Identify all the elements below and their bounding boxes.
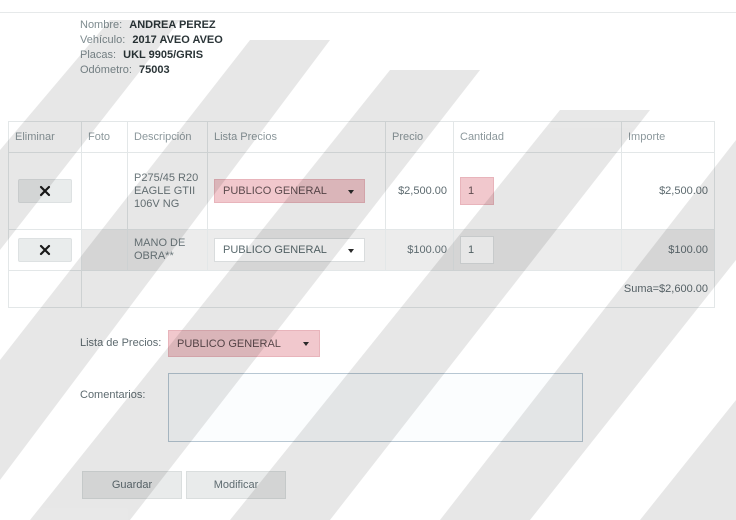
row-price-list-select[interactable]: PUBLICO GENERAL bbox=[214, 238, 365, 262]
edit-button[interactable]: Modificar bbox=[186, 471, 286, 499]
customer-info: Nombre: ANDREA PEREZ Vehículo: 2017 AVEO… bbox=[80, 18, 223, 78]
header-foto: Foto bbox=[81, 121, 128, 153]
photo-cell bbox=[81, 152, 128, 230]
delete-row-button[interactable] bbox=[18, 238, 72, 262]
vehicle-row: Vehículo: 2017 AVEO AVEO bbox=[80, 33, 223, 48]
description-cell: MANO DE OBRA** bbox=[127, 229, 208, 271]
close-icon bbox=[39, 244, 51, 256]
odometer-label: Odómetro: bbox=[80, 64, 132, 76]
price-cell: $2,500.00 bbox=[385, 152, 454, 230]
plates-value: UKL 9905/GRIS bbox=[123, 49, 204, 61]
quantity-cell: 1 bbox=[453, 152, 622, 230]
odometer-value: 75003 bbox=[139, 64, 170, 76]
quantity-cell: 1 bbox=[453, 229, 622, 271]
price-list-value: PUBLICO GENERAL bbox=[177, 337, 281, 350]
customer-name-label: Nombre: bbox=[80, 19, 123, 31]
items-table: Eliminar Foto Descripción Lista Precios … bbox=[8, 121, 715, 308]
header-importe: Importe bbox=[621, 121, 715, 153]
caret-down-icon bbox=[303, 342, 309, 346]
summary-row: Suma=$2,600.00 bbox=[8, 270, 715, 308]
header-descripcion: Descripción bbox=[127, 121, 208, 153]
order-form: Nombre: ANDREA PEREZ Vehículo: 2017 AVEO… bbox=[0, 0, 736, 520]
save-button[interactable]: Guardar bbox=[82, 471, 182, 499]
customer-name-row: Nombre: ANDREA PEREZ bbox=[80, 18, 223, 33]
odometer-row: Odómetro: 75003 bbox=[80, 63, 223, 78]
delete-row-button[interactable] bbox=[18, 179, 72, 203]
caret-down-icon bbox=[348, 249, 354, 253]
caret-down-icon bbox=[348, 190, 354, 194]
vehicle-label: Vehículo: bbox=[80, 34, 126, 46]
price-list-cell: PUBLICO GENERAL bbox=[207, 152, 386, 230]
table-row: P275/45 R20 EAGLE GTII 106V NG PUBLICO G… bbox=[8, 152, 715, 230]
header-eliminar: Eliminar bbox=[8, 121, 82, 153]
header-precio: Precio bbox=[385, 121, 454, 153]
delete-cell bbox=[8, 152, 82, 230]
price-cell: $100.00 bbox=[385, 229, 454, 271]
row-price-list-select[interactable]: PUBLICO GENERAL bbox=[214, 179, 365, 203]
summary-empty-cell bbox=[8, 270, 82, 308]
comments-label: Comentarios: bbox=[80, 389, 146, 401]
comments-textarea[interactable] bbox=[168, 373, 583, 442]
vehicle-value: 2017 AVEO AVEO bbox=[132, 34, 223, 46]
price-list-cell: PUBLICO GENERAL bbox=[207, 229, 386, 271]
photo-cell bbox=[81, 229, 128, 271]
row-price-list-value: PUBLICO GENERAL bbox=[223, 185, 327, 197]
price-list-label: Lista de Precios: bbox=[80, 337, 162, 349]
sum-total: Suma=$2,600.00 bbox=[81, 270, 715, 308]
top-divider bbox=[0, 12, 736, 13]
header-cantidad: Cantidad bbox=[453, 121, 622, 153]
price-list-select[interactable]: PUBLICO GENERAL bbox=[168, 330, 320, 357]
description-cell: P275/45 R20 EAGLE GTII 106V NG bbox=[127, 152, 208, 230]
close-icon bbox=[39, 185, 51, 197]
amount-cell: $100.00 bbox=[621, 229, 715, 271]
plates-label: Placas: bbox=[80, 49, 117, 61]
row-price-list-value: PUBLICO GENERAL bbox=[223, 244, 327, 256]
quantity-input[interactable]: 1 bbox=[460, 177, 494, 205]
delete-cell bbox=[8, 229, 82, 271]
customer-name: ANDREA PEREZ bbox=[129, 19, 216, 31]
header-lista-precios: Lista Precios bbox=[207, 121, 386, 153]
table-row: MANO DE OBRA** PUBLICO GENERAL $100.00 1… bbox=[8, 229, 715, 271]
table-header-row: Eliminar Foto Descripción Lista Precios … bbox=[8, 121, 715, 153]
plates-row: Placas: UKL 9905/GRIS bbox=[80, 48, 223, 63]
quantity-input[interactable]: 1 bbox=[460, 236, 494, 264]
amount-cell: $2,500.00 bbox=[621, 152, 715, 230]
